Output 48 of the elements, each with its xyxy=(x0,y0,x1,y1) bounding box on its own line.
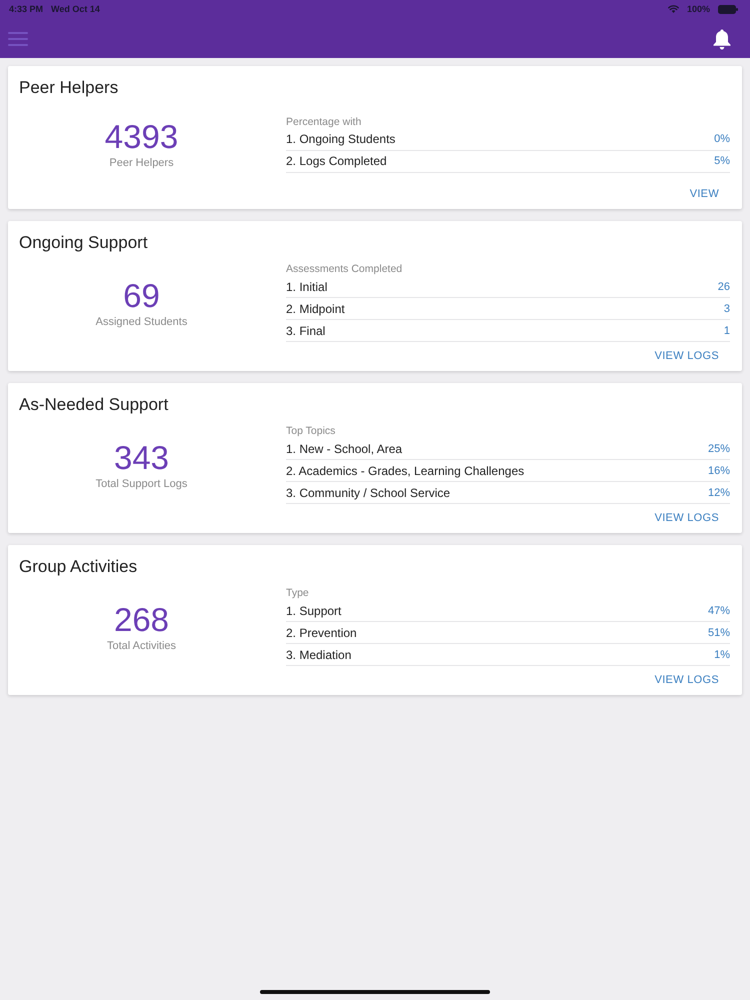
row-value: 25% xyxy=(708,442,730,454)
row-value: 51% xyxy=(708,626,730,638)
total-count: 69 xyxy=(123,276,160,314)
card-title: As-Needed Support xyxy=(19,394,168,416)
card-title: Ongoing Support xyxy=(19,232,148,254)
row-value: 16% xyxy=(708,464,730,476)
list-heading: Assessments Completed xyxy=(286,262,402,276)
row-label: 1. Ongoing Students xyxy=(286,132,396,146)
row-label: 2. Academics - Grades, Learning Challenges xyxy=(286,464,524,478)
total-count: 4393 xyxy=(104,118,178,156)
bell-icon[interactable] xyxy=(713,28,731,50)
row-value: 5% xyxy=(714,155,730,167)
total-count: 343 xyxy=(114,438,170,476)
row-value: 1% xyxy=(714,648,730,660)
action-button[interactable]: VIEW LOGS xyxy=(644,504,730,532)
list-heading: Percentage with xyxy=(286,114,362,128)
action-button[interactable]: VIEW LOGS xyxy=(644,342,730,370)
row-value: 3 xyxy=(724,302,730,314)
total-label: Total Activities xyxy=(106,638,176,652)
row-label: 2. Prevention xyxy=(286,626,357,640)
row-label: 1. New - School, Area xyxy=(286,442,402,456)
row-label: 3. Mediation xyxy=(286,648,352,662)
status-date: Wed Oct 14 xyxy=(51,4,100,14)
row-value: 26 xyxy=(718,280,730,292)
row-value: 12% xyxy=(708,486,730,498)
action-button[interactable]: VIEW xyxy=(678,180,730,208)
total-count: 268 xyxy=(114,600,170,638)
status-time: 4:33 PM xyxy=(9,4,44,14)
row-label: 3. Community / School Service xyxy=(286,486,450,500)
card-title: Peer Helpers xyxy=(19,77,118,99)
battery-icon xyxy=(718,4,738,14)
total-label: Total Support Logs xyxy=(96,476,188,490)
card-title: Group Activities xyxy=(19,556,138,578)
row-label: 2. Logs Completed xyxy=(286,154,387,168)
total-label: Peer Helpers xyxy=(109,156,174,170)
row-value: 0% xyxy=(714,133,730,145)
row-label: 1. Initial xyxy=(286,280,328,294)
row-value: 47% xyxy=(708,604,730,616)
list-heading: Top Topics xyxy=(286,424,336,438)
row-value: 1 xyxy=(724,324,730,336)
row-label: 3. Final xyxy=(286,324,326,338)
list-heading: Type xyxy=(286,586,309,600)
row-label: 1. Support xyxy=(286,604,342,618)
battery-percent: 100% xyxy=(686,4,710,14)
total-label: Assigned Students xyxy=(96,314,188,328)
wifi-icon xyxy=(668,5,679,13)
row-label: 2. Midpoint xyxy=(286,302,345,316)
action-button[interactable]: VIEW LOGS xyxy=(644,666,730,694)
